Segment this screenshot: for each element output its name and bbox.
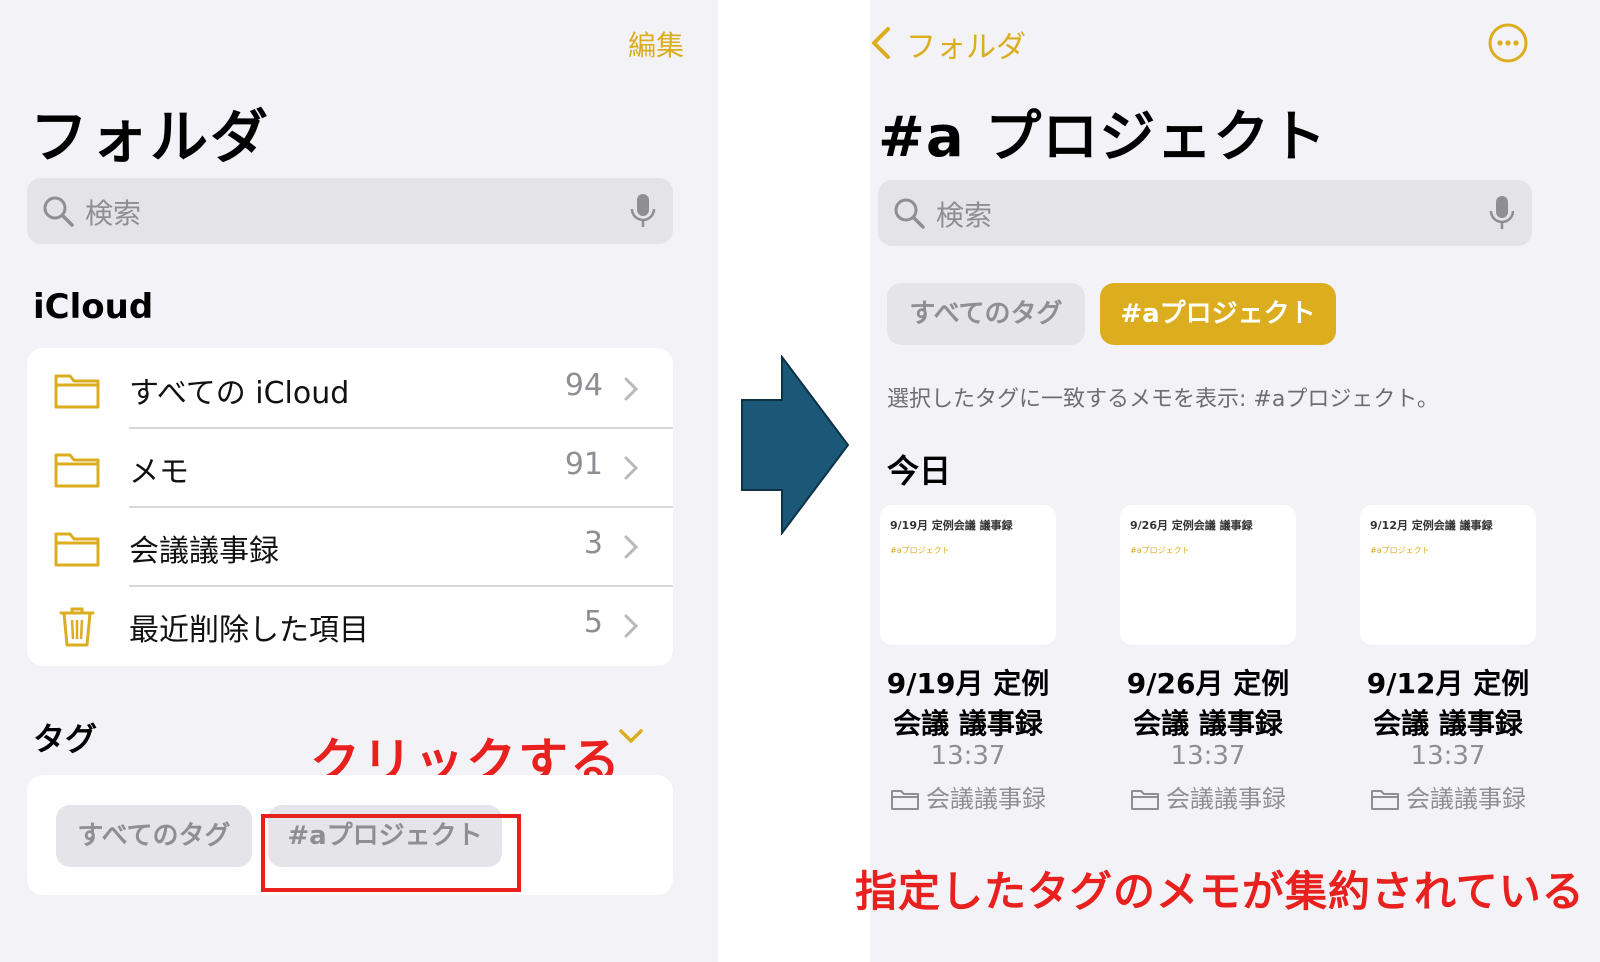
- note-title-line1: 9/12月 定例: [1366, 667, 1530, 700]
- folder-list: すべての iCloud 94 メモ 91 会議議事録 3 最近削除した項目 5: [27, 348, 673, 666]
- note-folder: 会議議事録: [1113, 779, 1303, 814]
- chevron-right-icon: [624, 535, 639, 559]
- chevron-right-icon: [624, 614, 639, 638]
- note-time: 13:37: [1410, 741, 1486, 771]
- note-time: 13:37: [930, 741, 1006, 771]
- note-folder-label: 会議議事録: [926, 785, 1046, 813]
- chevron-left-icon: [872, 27, 890, 59]
- note-item[interactable]: 9/19月 定例会議 議事録 #aプロジェクト 9/19月 定例 会議 議事録 …: [870, 505, 1070, 815]
- folder-row-memo[interactable]: メモ 91: [27, 427, 673, 508]
- folder-count: 5: [583, 605, 603, 640]
- folders-screen: 編集 フォルダ 検索 iCloud すべての iCloud 94 メモ 91 会…: [0, 0, 718, 962]
- folder-count: 94: [564, 368, 603, 403]
- search-icon: [894, 198, 925, 229]
- folder-icon: [891, 790, 919, 810]
- page-title: フォルダ: [30, 103, 271, 171]
- annotation-highlight-box: [261, 814, 521, 892]
- note-time: 13:37: [1170, 741, 1246, 771]
- more-icon[interactable]: [1487, 22, 1529, 64]
- folder-count: 91: [564, 447, 603, 482]
- chevron-right-icon: [624, 456, 639, 480]
- page-title: #a プロジェクト: [878, 105, 1328, 170]
- note-thumbnail[interactable]: 9/12月 定例会議 議事録 #aプロジェクト: [1360, 505, 1536, 645]
- tags-section-title: タグ: [33, 720, 98, 758]
- thumbnail-title: 9/19月 定例会議 議事録: [890, 519, 1013, 532]
- thumbnail-tag: #aプロジェクト: [1130, 546, 1190, 555]
- tag-chip-a-project-selected[interactable]: #aプロジェクト: [1100, 283, 1336, 345]
- search-input[interactable]: 検索: [85, 192, 141, 232]
- note-title-line2: 会議 議事録: [893, 707, 1043, 740]
- note-title-line2: 会議 議事録: [1373, 707, 1523, 740]
- search-bar[interactable]: 検索: [878, 180, 1532, 246]
- folder-row-all-icloud[interactable]: すべての iCloud 94: [27, 348, 673, 429]
- thumbnail-tag: #aプロジェクト: [1370, 546, 1430, 555]
- back-label: フォルダ: [906, 30, 1026, 65]
- folder-icon: [54, 532, 100, 567]
- thumbnail-title: 9/12月 定例会議 議事録: [1370, 519, 1493, 532]
- folder-row-meeting-minutes[interactable]: 会議議事録 3: [27, 506, 673, 587]
- today-section-title: 今日: [887, 452, 952, 490]
- thumbnail-title: 9/26月 定例会議 議事録: [1130, 519, 1253, 532]
- tag-chip-all[interactable]: すべてのタグ: [887, 283, 1085, 345]
- search-icon: [43, 196, 74, 227]
- note-thumbnail[interactable]: 9/19月 定例会議 議事録 #aプロジェクト: [880, 505, 1056, 645]
- folder-icon: [54, 453, 100, 488]
- note-item[interactable]: 9/26月 定例会議 議事録 #aプロジェクト 9/26月 定例 会議 議事録 …: [1110, 505, 1310, 815]
- trash-icon: [59, 607, 95, 647]
- arrow-right-icon: [741, 355, 850, 535]
- note-folder: 会議議事録: [1353, 779, 1543, 814]
- edit-button[interactable]: 編集: [628, 24, 684, 64]
- tag-chip-all[interactable]: すべてのタグ: [56, 805, 252, 867]
- icloud-section-title: iCloud: [33, 287, 154, 327]
- folder-icon: [1371, 790, 1399, 810]
- folder-label: メモ: [129, 455, 189, 490]
- note-folder-label: 会議議事録: [1406, 785, 1526, 813]
- folder-label: すべての iCloud: [129, 376, 350, 411]
- note-folder-label: 会議議事録: [1166, 785, 1286, 813]
- folder-label: 最近削除した項目: [129, 613, 369, 648]
- folder-icon: [1131, 790, 1159, 810]
- microphone-icon[interactable]: [629, 192, 657, 230]
- thumbnail-tag: #aプロジェクト: [890, 546, 950, 555]
- tag-notes-screen: フォルダ #a プロジェクト 検索 すべてのタグ #aプロジェクト 選択したタグ…: [870, 0, 1600, 962]
- folder-icon: [54, 374, 100, 409]
- annotation-aggregated: 指定したタグのメモが集約されている: [855, 867, 1585, 916]
- note-thumbnail[interactable]: 9/26月 定例会議 議事録 #aプロジェクト: [1120, 505, 1296, 645]
- folder-count: 3: [583, 526, 603, 561]
- note-title-line1: 9/26月 定例: [1126, 667, 1290, 700]
- search-bar[interactable]: 検索: [27, 178, 673, 244]
- folder-row-recently-deleted[interactable]: 最近削除した項目 5: [27, 585, 673, 666]
- note-item[interactable]: 9/12月 定例会議 議事録 #aプロジェクト 9/12月 定例 会議 議事録 …: [1350, 505, 1550, 815]
- microphone-icon[interactable]: [1488, 194, 1516, 232]
- chevron-right-icon: [624, 377, 639, 401]
- note-title-line1: 9/19月 定例: [886, 667, 1050, 700]
- note-folder: 会議議事録: [873, 779, 1063, 814]
- folder-label: 会議議事録: [129, 534, 279, 569]
- note-title-line2: 会議 議事録: [1133, 707, 1283, 740]
- filter-description: 選択したタグに一致するメモを表示: #aプロジェクト。: [887, 387, 1439, 412]
- search-input[interactable]: 検索: [936, 194, 992, 234]
